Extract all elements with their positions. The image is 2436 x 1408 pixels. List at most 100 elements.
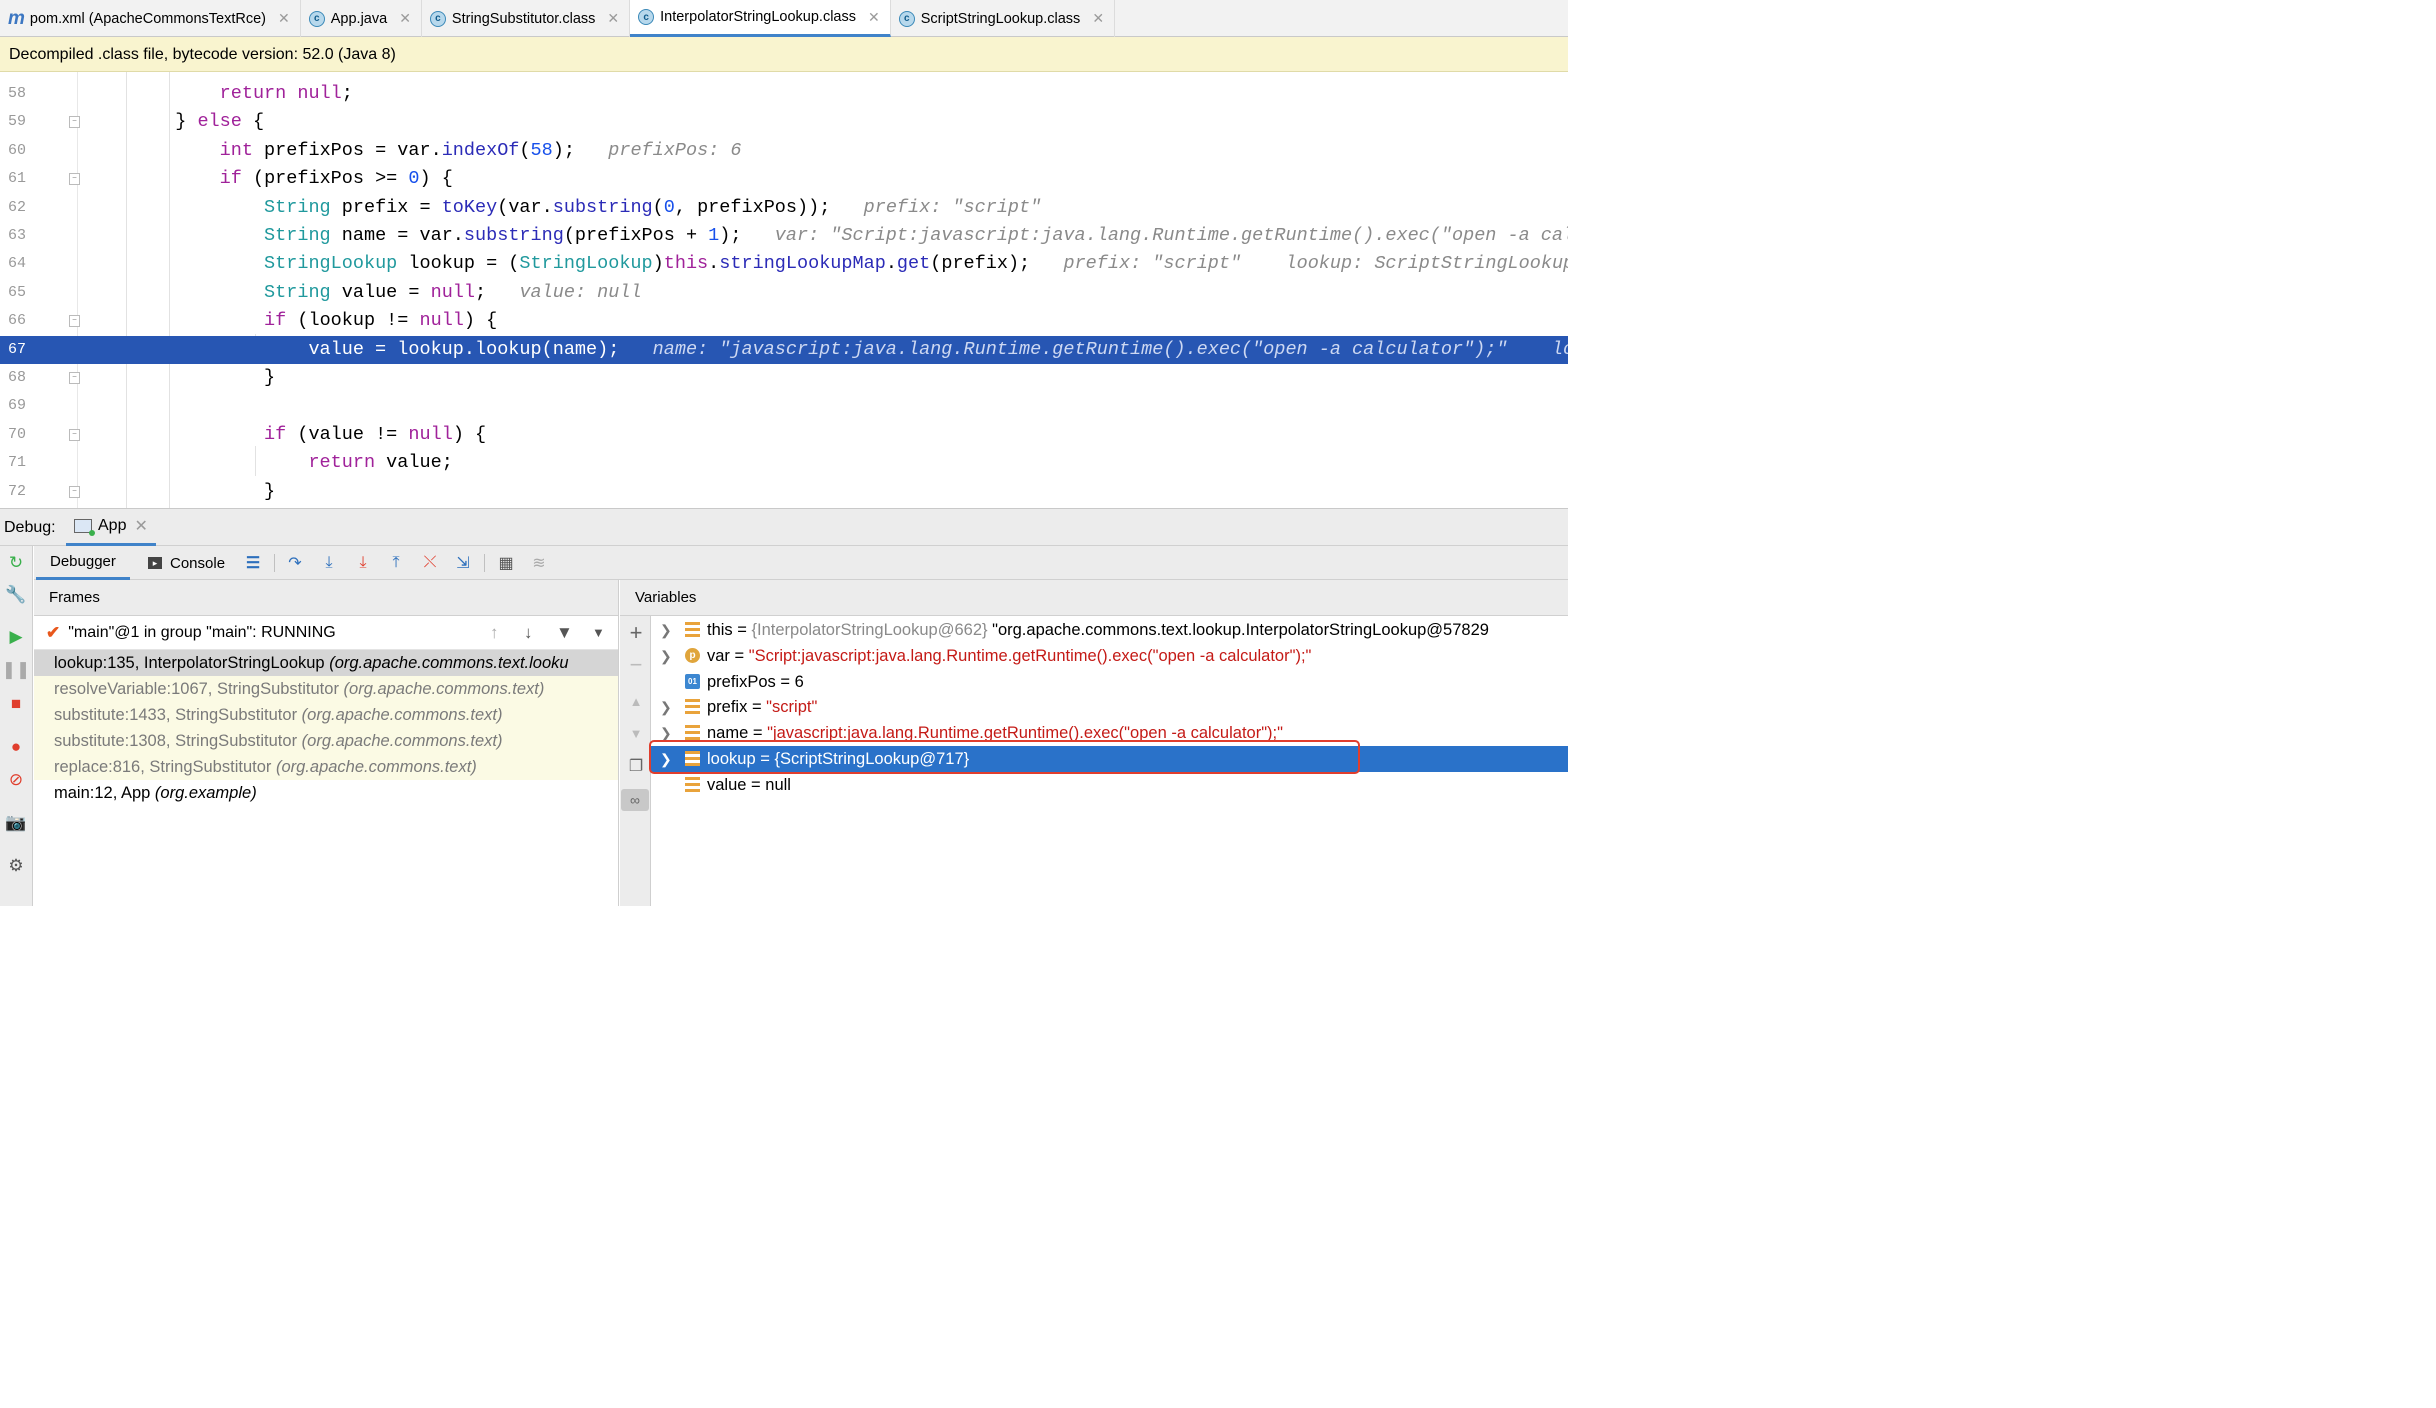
- frame-item[interactable]: resolveVariable:1067, StringSubstitutor …: [34, 676, 618, 702]
- rerun-icon[interactable]: ↻: [5, 552, 27, 574]
- drop-frame-icon[interactable]: ⤬: [419, 552, 441, 574]
- frame-item[interactable]: lookup:135, InterpolatorStringLookup (or…: [34, 650, 618, 676]
- code-line[interactable]: 58 return null;: [0, 80, 1568, 108]
- mute-breakpoints-icon[interactable]: ⊘: [5, 769, 27, 791]
- line-number[interactable]: 59: [0, 108, 26, 136]
- line-number[interactable]: 68: [0, 364, 26, 392]
- code-line[interactable]: 65 String value = null; value: null: [0, 279, 1568, 307]
- code-line[interactable]: 63 String name = var.substring(prefixPos…: [0, 222, 1568, 250]
- variable-name: value: [707, 775, 747, 794]
- trace-stream-icon[interactable]: ≋: [528, 552, 550, 574]
- chevron-right-icon[interactable]: ❯: [660, 617, 672, 643]
- editor-tab[interactable]: c StringSubstitutor.class ✕: [422, 0, 631, 37]
- code-text: String name = var.substring(prefixPos + …: [264, 225, 1568, 246]
- code-line[interactable]: 69: [0, 392, 1568, 420]
- variables-toolbar: + − ▲ ▼ ❐ ∞: [620, 616, 651, 906]
- pause-icon[interactable]: ❚❚: [2, 659, 31, 681]
- line-number[interactable]: 66: [0, 307, 26, 335]
- line-number[interactable]: 65: [0, 279, 26, 307]
- move-up-icon[interactable]: ▲: [625, 690, 647, 712]
- next-frame-icon[interactable]: ↓: [524, 623, 533, 643]
- code-line[interactable]: 64 StringLookup lookup = (StringLookup)t…: [0, 250, 1568, 278]
- thread-selector[interactable]: ✔ "main"@1 in group "main": RUNNING ↑ ↓ …: [34, 616, 618, 650]
- code-line[interactable]: 60 int prefixPos = var.indexOf(58); pref…: [0, 137, 1568, 165]
- chevron-right-icon[interactable]: ❯: [660, 694, 672, 720]
- line-number[interactable]: 72: [0, 478, 26, 506]
- code-line[interactable]: 67 value = lookup.lookup(name); name: "j…: [0, 335, 1568, 364]
- variable-row[interactable]: ❯ prefix = "script": [651, 694, 1568, 720]
- thread-label: "main"@1 in group "main": RUNNING: [68, 623, 336, 641]
- evaluate-expression-icon[interactable]: ▦: [495, 552, 517, 574]
- variable-value: "org.apache.commons.text.lookup.Interpol…: [987, 621, 1489, 639]
- code-line[interactable]: 62 String prefix = toKey(var.substring(0…: [0, 194, 1568, 222]
- line-number[interactable]: 58: [0, 80, 26, 108]
- variable-row[interactable]: value = null: [651, 772, 1568, 798]
- editor-tab[interactable]: m pom.xml (ApacheCommonsTextRce) ✕: [0, 0, 301, 37]
- line-number[interactable]: 61: [0, 165, 26, 193]
- filter-icon[interactable]: ▼: [556, 623, 573, 643]
- code-text: value = lookup.lookup(name); name: "java…: [42, 338, 1568, 360]
- frame-item[interactable]: replace:816, StringSubstitutor (org.apac…: [34, 754, 618, 780]
- tab-console[interactable]: ▸ Console: [134, 546, 239, 580]
- editor-tab[interactable]: c App.java ✕: [301, 0, 422, 37]
- close-icon[interactable]: ✕: [1092, 10, 1104, 27]
- frame-method: resolveVariable:1067, StringSubstitutor: [54, 680, 344, 698]
- step-into-icon[interactable]: ⤓: [318, 552, 340, 574]
- toolbar-separator: [274, 554, 275, 572]
- frame-item[interactable]: substitute:1308, StringSubstitutor (org.…: [34, 728, 618, 754]
- code-line[interactable]: 72− }: [0, 478, 1568, 506]
- move-down-icon[interactable]: ▼: [625, 722, 647, 744]
- line-number[interactable]: 71: [0, 449, 26, 477]
- close-icon[interactable]: ✕: [278, 10, 290, 27]
- variable-row[interactable]: ❯ this = {InterpolatorStringLookup@662} "…: [651, 617, 1568, 643]
- tab-debugger[interactable]: Debugger: [36, 546, 130, 580]
- camera-icon[interactable]: 📷: [5, 812, 27, 834]
- frame-item[interactable]: main:12, App (org.example): [34, 780, 618, 806]
- step-out-icon[interactable]: ⤒: [385, 552, 407, 574]
- chevron-down-icon[interactable]: ▼: [592, 625, 605, 640]
- view-breakpoints-icon[interactable]: ●: [5, 736, 27, 758]
- line-number[interactable]: 64: [0, 250, 26, 278]
- line-number[interactable]: 62: [0, 194, 26, 222]
- editor-tab[interactable]: c ScriptStringLookup.class ✕: [891, 0, 1116, 37]
- close-icon[interactable]: ✕: [868, 9, 880, 26]
- code-line[interactable]: 66− if (lookup != null) {: [0, 307, 1568, 335]
- copy-icon[interactable]: ❐: [625, 755, 647, 777]
- resume-icon[interactable]: ▶: [5, 626, 27, 648]
- run-to-cursor-icon[interactable]: ⇲: [452, 552, 474, 574]
- line-number[interactable]: 69: [0, 392, 26, 420]
- code-line[interactable]: 70− if (value != null) {: [0, 421, 1568, 449]
- code-line[interactable]: 61− if (prefixPos >= 0) {: [0, 165, 1568, 193]
- code-line[interactable]: 59− } else {: [0, 108, 1568, 136]
- layout-menu-icon[interactable]: ☰: [242, 552, 264, 574]
- force-step-into-icon[interactable]: ⤓: [352, 552, 374, 574]
- glasses-icon[interactable]: ∞: [621, 789, 649, 811]
- frame-item[interactable]: substitute:1433, StringSubstitutor (org.…: [34, 702, 618, 728]
- settings-gear-icon[interactable]: ⚙: [5, 855, 27, 877]
- editor-tab[interactable]: c InterpolatorStringLookup.class ✕: [630, 0, 891, 37]
- modify-config-icon[interactable]: 🔧: [5, 584, 27, 606]
- stop-icon[interactable]: ■: [5, 693, 27, 715]
- equals-sign: =: [775, 672, 795, 691]
- frame-method: lookup:135, InterpolatorStringLookup: [54, 654, 330, 672]
- debug-session-tab-app[interactable]: App ✕: [66, 509, 156, 546]
- step-over-icon[interactable]: ↷: [284, 552, 306, 574]
- remove-watch-icon[interactable]: −: [625, 652, 647, 677]
- close-icon[interactable]: ✕: [399, 10, 411, 27]
- line-number[interactable]: 67: [0, 336, 26, 364]
- code-line[interactable]: 68− }: [0, 364, 1568, 392]
- variable-row[interactable]: 01 prefixPos = 6: [651, 669, 1568, 695]
- line-number[interactable]: 63: [0, 222, 26, 250]
- close-icon[interactable]: ✕: [134, 516, 147, 536]
- line-number[interactable]: 60: [0, 137, 26, 165]
- close-icon[interactable]: ✕: [607, 10, 619, 27]
- chevron-right-icon[interactable]: ❯: [660, 643, 672, 669]
- maven-icon: m: [8, 7, 25, 29]
- variable-row[interactable]: ❯ p var = "Script:javascript:java.lang.Run…: [651, 643, 1568, 669]
- line-number[interactable]: 70: [0, 421, 26, 449]
- previous-frame-icon[interactable]: ↑: [490, 623, 499, 643]
- code-text: }: [42, 480, 276, 502]
- code-line[interactable]: 71 return value;: [0, 449, 1568, 477]
- add-watch-icon[interactable]: +: [625, 620, 647, 645]
- code-editor[interactable]: 58 return null; 59− } else {60 int prefix…: [0, 72, 1568, 508]
